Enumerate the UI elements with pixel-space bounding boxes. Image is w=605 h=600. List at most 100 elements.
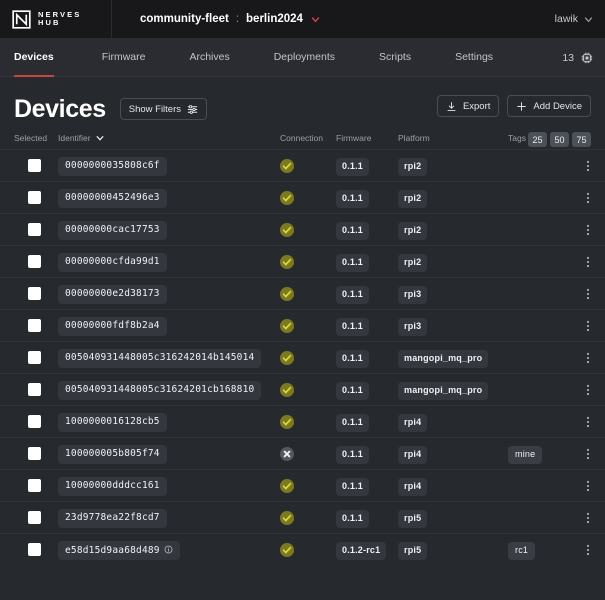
tag-badge[interactable]: mine xyxy=(508,445,543,464)
row-select-checkbox[interactable] xyxy=(28,415,41,428)
row-select-checkbox[interactable] xyxy=(28,511,41,524)
chip-icon[interactable] xyxy=(580,51,594,65)
brand-logo[interactable]: NERVES HUB xyxy=(0,0,112,38)
device-identifier-link[interactable]: 0000000035808c6f xyxy=(58,157,167,176)
firmware-version-badge[interactable]: 0.1.1 xyxy=(336,157,370,176)
platform-badge[interactable]: rpi2 xyxy=(398,221,428,240)
firmware-version-badge[interactable]: 0.1.2-rc1 xyxy=(336,541,387,560)
kebab-menu-icon[interactable] xyxy=(581,383,595,397)
show-filters-button[interactable]: Show Filters xyxy=(119,98,207,120)
device-identifier-link[interactable]: 23d9778ea22f8cd7 xyxy=(58,509,167,528)
page-size-75[interactable]: 75 xyxy=(572,132,591,147)
row-select-checkbox[interactable] xyxy=(28,319,41,332)
cell-connection xyxy=(280,150,336,182)
kebab-menu-icon[interactable] xyxy=(581,159,595,173)
row-select-checkbox[interactable] xyxy=(28,223,41,236)
nav-item-scripts[interactable]: Scripts xyxy=(379,38,411,77)
nav-item-firmware[interactable]: Firmware xyxy=(102,38,146,77)
nav-item-devices[interactable]: Devices xyxy=(14,38,54,77)
kebab-menu-icon[interactable] xyxy=(581,543,595,557)
user-menu[interactable]: lawik xyxy=(555,0,593,38)
firmware-version-badge[interactable]: 0.1.1 xyxy=(336,349,370,368)
platform-badge[interactable]: rpi3 xyxy=(398,285,428,304)
kebab-menu-icon[interactable] xyxy=(581,479,595,493)
cell-tags xyxy=(508,214,570,246)
cell-identifier: e58d15d9aa68d489 xyxy=(58,534,280,566)
platform-badge[interactable]: mangopi_mq_pro xyxy=(398,349,489,368)
row-select-checkbox[interactable] xyxy=(28,543,41,557)
nerves-n-logo-icon xyxy=(12,9,31,29)
kebab-menu-icon[interactable] xyxy=(581,351,595,365)
platform-badge[interactable]: rpi4 xyxy=(398,477,428,496)
nav-item-settings[interactable]: Settings xyxy=(455,38,493,77)
kebab-menu-icon[interactable] xyxy=(581,511,595,525)
firmware-version-badge[interactable]: 0.1.1 xyxy=(336,477,370,496)
cell-firmware: 0.1.1 xyxy=(336,150,398,182)
kebab-menu-icon[interactable] xyxy=(581,415,595,429)
tag-badge[interactable]: rc1 xyxy=(508,541,536,560)
firmware-version-badge[interactable]: 0.1.1 xyxy=(336,317,370,336)
platform-badge[interactable]: mangopi_mq_pro xyxy=(398,381,489,400)
firmware-version-badge[interactable]: 0.1.1 xyxy=(336,253,370,272)
platform-badge[interactable]: rpi4 xyxy=(398,445,428,464)
kebab-menu-icon[interactable] xyxy=(581,447,595,461)
kebab-menu-icon[interactable] xyxy=(581,287,595,301)
info-circle-icon[interactable] xyxy=(164,545,173,554)
kebab-menu-icon[interactable] xyxy=(581,255,595,269)
platform-badge[interactable]: rpi4 xyxy=(398,413,428,432)
platform-badge[interactable]: rpi3 xyxy=(398,317,428,336)
row-select-checkbox[interactable] xyxy=(28,159,41,172)
check-circle-icon xyxy=(280,414,294,429)
row-select-checkbox[interactable] xyxy=(28,191,41,204)
platform-badge[interactable]: rpi5 xyxy=(398,509,428,528)
firmware-version-badge[interactable]: 0.1.1 xyxy=(336,509,370,528)
device-identifier-link[interactable]: 005040931448005c31624201cb168810 xyxy=(58,381,262,400)
device-identifier-link[interactable]: 00000000452496e3 xyxy=(58,189,167,208)
device-identifier-link[interactable]: 005040931448005c316242014b145014 xyxy=(58,349,262,368)
row-select-checkbox[interactable] xyxy=(28,351,41,364)
kebab-menu-icon[interactable] xyxy=(581,223,595,237)
firmware-version-badge[interactable]: 0.1.1 xyxy=(336,189,370,208)
firmware-version-badge[interactable]: 0.1.1 xyxy=(336,285,370,304)
firmware-version-badge[interactable]: 0.1.1 xyxy=(336,381,370,400)
device-identifier-link[interactable]: e58d15d9aa68d489 xyxy=(58,540,180,560)
device-identifier-link[interactable]: 100000005b805f74 xyxy=(58,445,167,464)
row-select-checkbox[interactable] xyxy=(28,287,41,300)
firmware-version-badge[interactable]: 0.1.1 xyxy=(336,221,370,240)
kebab-menu-icon[interactable] xyxy=(581,319,595,333)
chevron-down-icon[interactable] xyxy=(96,134,104,142)
show-filters-label: Show Filters xyxy=(128,103,181,115)
row-select-checkbox[interactable] xyxy=(28,255,41,268)
breadcrumb-org[interactable]: community-fleet xyxy=(140,13,229,25)
row-select-checkbox[interactable] xyxy=(28,479,41,492)
nav-item-deployments[interactable]: Deployments xyxy=(274,38,335,77)
device-identifier-link[interactable]: 00000000e2d38173 xyxy=(58,285,167,304)
platform-badge[interactable]: rpi2 xyxy=(398,253,428,272)
cell-connection xyxy=(280,438,336,470)
kebab-menu-icon[interactable] xyxy=(581,191,595,205)
breadcrumb-product[interactable]: berlin2024 xyxy=(246,13,303,25)
platform-badge[interactable]: rpi2 xyxy=(398,157,428,176)
nav-item-archives[interactable]: Archives xyxy=(189,38,229,77)
export-button[interactable]: Export xyxy=(436,95,500,117)
nav-device-counter[interactable]: 13 xyxy=(562,38,594,77)
chevron-down-icon xyxy=(584,15,593,24)
device-identifier-link[interactable]: 10000000dddcc161 xyxy=(58,477,167,496)
device-identifier-link[interactable]: 00000000cac17753 xyxy=(58,221,167,240)
chevron-down-icon[interactable] xyxy=(311,15,320,24)
firmware-version-badge[interactable]: 0.1.1 xyxy=(336,445,370,464)
header-actions: Export Add Device xyxy=(436,95,591,117)
platform-badge[interactable]: rpi2 xyxy=(398,189,428,208)
device-identifier-link[interactable]: 00000000cfda99d1 xyxy=(58,253,167,272)
platform-badge[interactable]: rpi5 xyxy=(398,541,428,560)
column-header-identifier[interactable]: Identifier xyxy=(58,133,280,150)
add-device-button[interactable]: Add Device xyxy=(507,95,591,117)
page-size-50[interactable]: 50 xyxy=(550,132,569,147)
device-identifier-link[interactable]: 1000000016128cb5 xyxy=(58,413,167,432)
check-circle-icon xyxy=(280,318,294,333)
row-select-checkbox[interactable] xyxy=(28,447,41,460)
device-identifier-link[interactable]: 00000000fdf8b2a4 xyxy=(58,317,167,336)
row-select-checkbox[interactable] xyxy=(28,383,41,396)
firmware-version-badge[interactable]: 0.1.1 xyxy=(336,413,370,432)
page-size-25[interactable]: 25 xyxy=(528,132,547,147)
